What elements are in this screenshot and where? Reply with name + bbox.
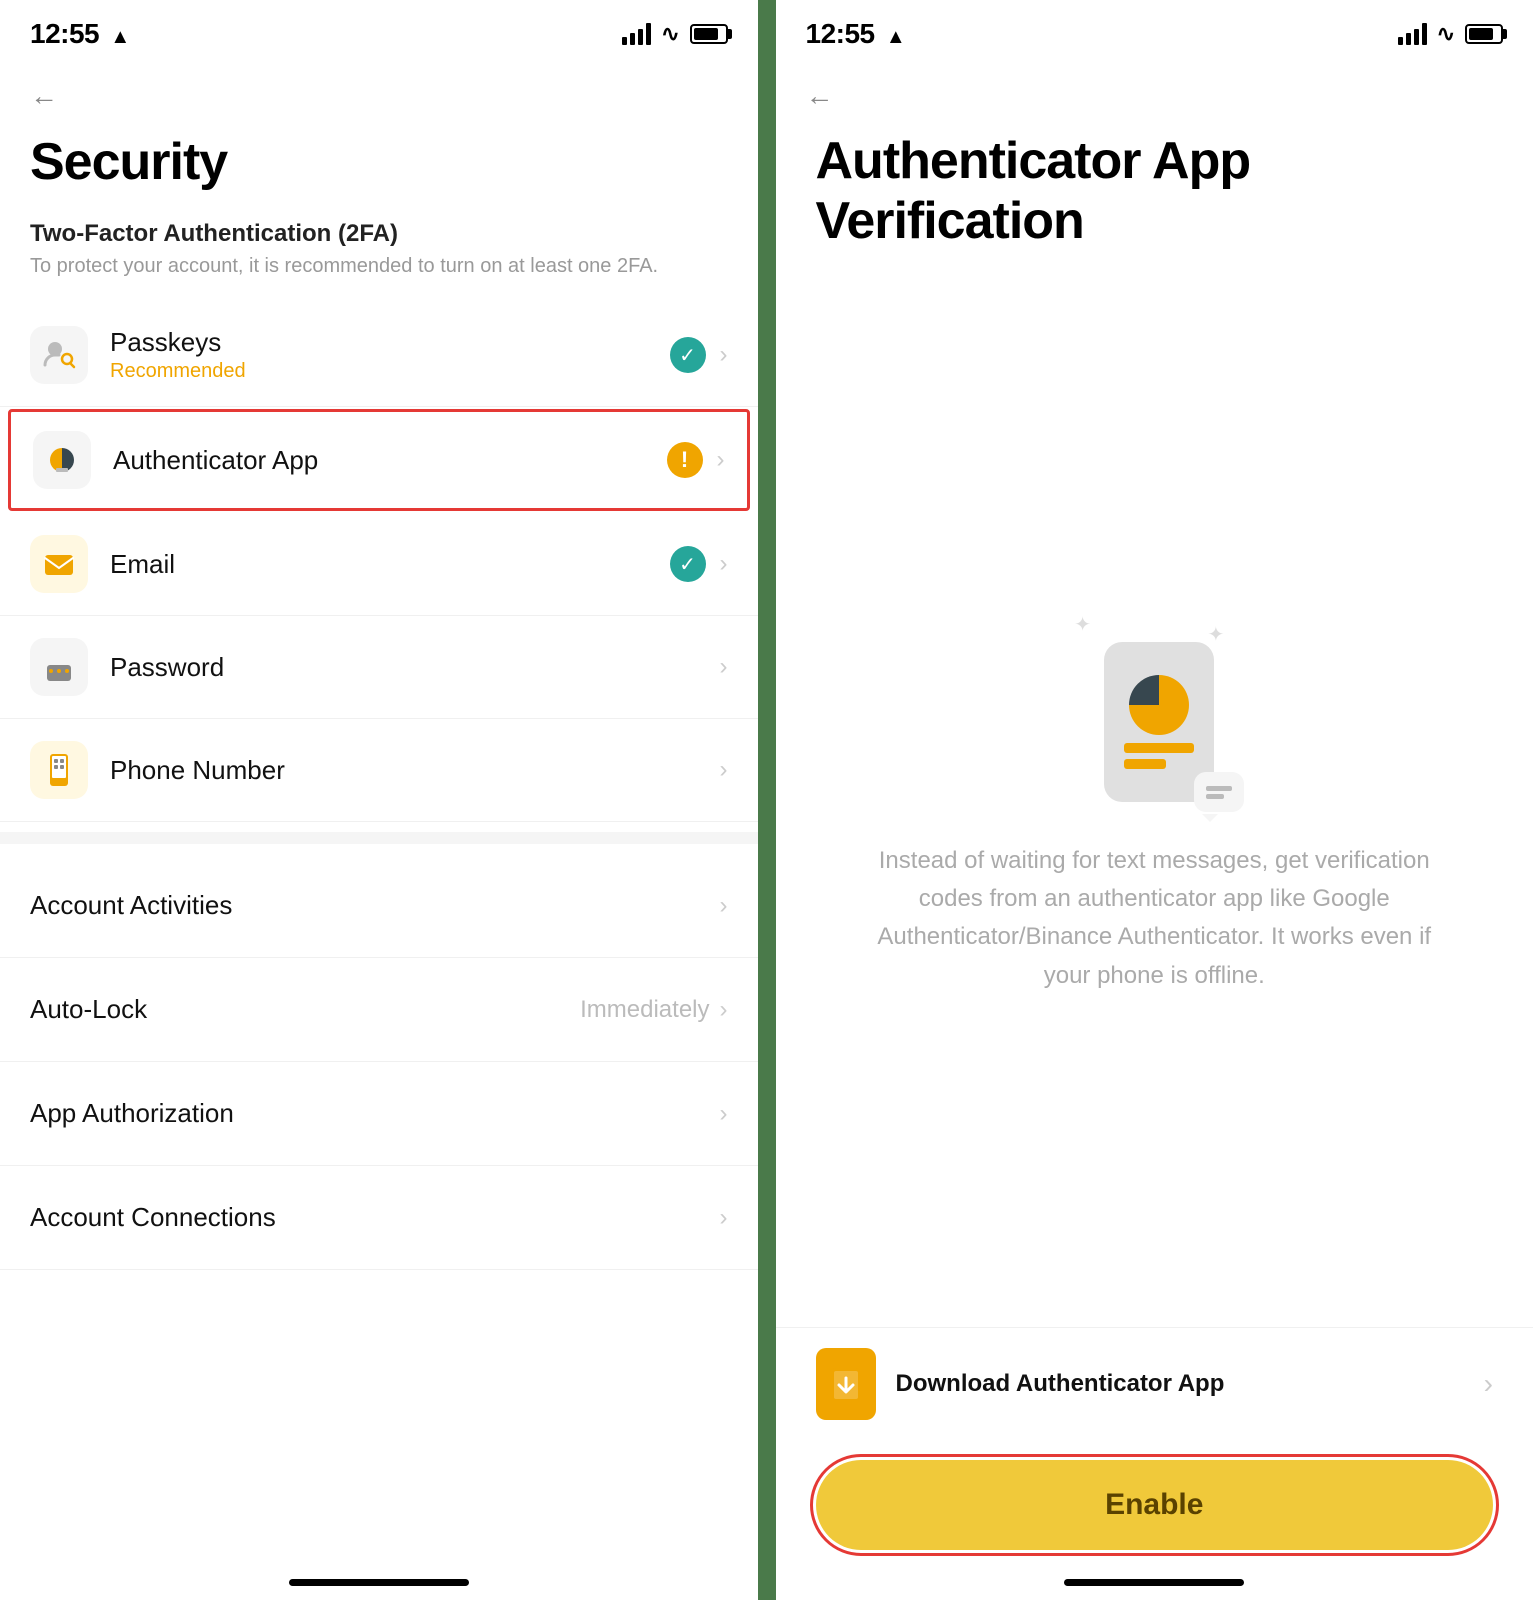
panel-divider <box>758 0 776 1600</box>
account-connections-chevron-icon: › <box>720 1204 728 1232</box>
security-item-password[interactable]: Password › <box>0 616 758 719</box>
right-status-icons: ∿ <box>1398 21 1503 47</box>
left-status-bar: 12:55 ▲ ∿ <box>0 0 758 60</box>
right-status-bar: 12:55 ▲ ∿ <box>776 0 1533 60</box>
security-item-email[interactable]: Email ✓ › <box>0 513 758 616</box>
left-back-button[interactable]: ← <box>0 60 758 122</box>
account-activities-label: Account Activities <box>30 890 232 921</box>
email-right: ✓ › <box>670 546 728 582</box>
illustration-area: ✦ ✦ Instead of waiting for text messages… <box>776 260 1533 1327</box>
battery-icon <box>690 24 728 44</box>
right-time: 12:55 <box>806 18 875 49</box>
authenticator-right: ! › <box>667 442 725 478</box>
password-icon <box>30 638 88 696</box>
right-panel: 12:55 ▲ ∿ ← Authenticator App Verificati… <box>776 0 1533 1600</box>
auto-lock-label: Auto-Lock <box>30 994 147 1025</box>
menu-item-account-activities[interactable]: Account Activities › <box>0 854 758 958</box>
tfa-title: Two-Factor Authentication (2FA) <box>30 220 728 248</box>
download-app-icon <box>816 1348 876 1420</box>
menu-item-app-authorization[interactable]: App Authorization › <box>0 1062 758 1166</box>
right-page-title: Authenticator App Verification <box>776 122 1533 260</box>
separator-1 <box>0 832 758 844</box>
sparkle-icon-1: ✦ <box>1074 612 1091 637</box>
authenticator-icon <box>33 431 91 489</box>
security-item-phone[interactable]: Phone Number › <box>0 719 758 822</box>
bar-2 <box>1124 759 1166 769</box>
account-activities-chevron-icon: › <box>720 892 728 920</box>
security-items-list: Passkeys Recommended ✓ › Authenticator A… <box>0 304 758 822</box>
enable-button[interactable]: Enable <box>816 1460 1494 1550</box>
authenticator-label: Authenticator App <box>113 445 667 476</box>
signal-bars-icon <box>622 23 651 45</box>
app-authorization-label: App Authorization <box>30 1098 234 1129</box>
phone-chevron-icon: › <box>720 756 728 784</box>
menu-item-account-connections[interactable]: Account Connections › <box>0 1166 758 1270</box>
passkeys-check-icon: ✓ <box>670 337 706 373</box>
left-status-time-area: 12:55 ▲ <box>30 18 130 50</box>
password-chevron-icon: › <box>720 653 728 681</box>
app-authorization-right: › <box>720 1100 728 1128</box>
right-battery-icon <box>1465 24 1503 44</box>
email-check-icon: ✓ <box>670 546 706 582</box>
bar-1 <box>1124 743 1194 753</box>
phone-label: Phone Number <box>110 755 720 786</box>
left-page-title: Security <box>0 122 758 200</box>
passkeys-content: Passkeys Recommended <box>110 327 670 383</box>
security-item-passkeys[interactable]: Passkeys Recommended ✓ › <box>0 304 758 407</box>
app-authorization-chevron-icon: › <box>720 1100 728 1128</box>
left-location-icon: ▲ <box>110 26 130 48</box>
authenticator-warning-icon: ! <box>667 442 703 478</box>
left-panel: 12:55 ▲ ∿ ← Security Two-Factor Authenti… <box>0 0 758 1600</box>
download-chevron-icon: › <box>1484 1368 1493 1400</box>
account-connections-label: Account Connections <box>30 1202 276 1233</box>
right-signal-bars-icon <box>1398 23 1427 45</box>
auto-lock-chevron-icon: › <box>720 996 728 1024</box>
speech-bubble-illustration <box>1194 772 1244 812</box>
pie-chart-illustration <box>1129 675 1189 735</box>
password-right: › <box>720 653 728 681</box>
passkeys-icon <box>30 326 88 384</box>
download-label-text: Download Authenticator App <box>896 1370 1225 1398</box>
right-location-icon: ▲ <box>886 26 906 48</box>
password-label: Password <box>110 652 720 683</box>
tfa-subtitle: To protect your account, it is recommend… <box>30 252 728 280</box>
passkeys-right: ✓ › <box>670 337 728 373</box>
enable-button-wrap: Enable <box>776 1440 1533 1600</box>
account-connections-right: › <box>720 1204 728 1232</box>
sparkle-icon-2: ✦ <box>1207 622 1224 647</box>
auto-lock-value: Immediately <box>580 996 709 1024</box>
right-status-time-area: 12:55 ▲ <box>806 18 906 50</box>
auth-app-illustration: ✦ ✦ <box>1064 612 1244 812</box>
bars-illustration <box>1124 743 1194 769</box>
right-back-arrow-icon: ← <box>806 80 834 111</box>
email-content: Email <box>110 549 670 580</box>
authenticator-chevron-icon: › <box>717 446 725 474</box>
auto-lock-right: Immediately › <box>580 996 727 1024</box>
authenticator-content: Authenticator App <box>113 445 667 476</box>
tfa-section-header: Two-Factor Authentication (2FA) To prote… <box>0 200 758 284</box>
right-wifi-icon: ∿ <box>1437 21 1455 47</box>
right-back-button[interactable]: ← <box>776 60 1533 122</box>
phone-right: › <box>720 756 728 784</box>
right-home-indicator <box>1064 1579 1244 1586</box>
email-label: Email <box>110 549 670 580</box>
left-home-indicator <box>289 1579 469 1586</box>
left-back-arrow-icon: ← <box>30 80 58 111</box>
download-section[interactable]: Download Authenticator App › <box>776 1327 1533 1440</box>
auth-description-text: Instead of waiting for text messages, ge… <box>816 842 1494 996</box>
passkeys-sublabel: Recommended <box>110 360 670 383</box>
menu-item-auto-lock[interactable]: Auto-Lock Immediately › <box>0 958 758 1062</box>
phone-icon <box>30 741 88 799</box>
left-time: 12:55 <box>30 18 99 49</box>
passkeys-label: Passkeys <box>110 327 670 358</box>
left-status-icons: ∿ <box>622 21 727 47</box>
account-activities-right: › <box>720 892 728 920</box>
email-icon <box>30 535 88 593</box>
security-item-authenticator[interactable]: Authenticator App ! › <box>8 409 750 511</box>
wifi-icon: ∿ <box>661 21 679 47</box>
email-chevron-icon: › <box>720 550 728 578</box>
password-content: Password <box>110 652 720 683</box>
passkeys-chevron-icon: › <box>720 341 728 369</box>
phone-content: Phone Number <box>110 755 720 786</box>
